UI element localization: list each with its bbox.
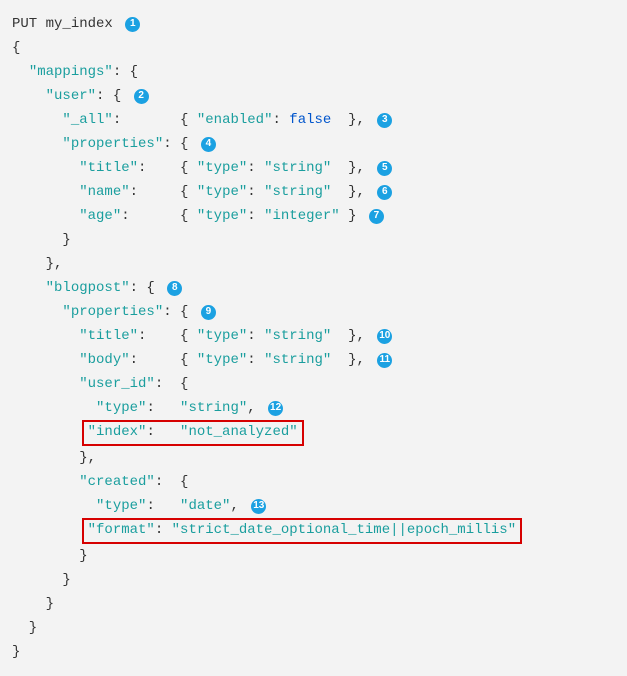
code-line: "_all": { "enabled": false }, 3 (12, 108, 615, 132)
code-line: PUT my_index 1 (12, 12, 615, 36)
code-line: }, (12, 446, 615, 470)
code-line: "mappings": { (12, 60, 615, 84)
code-line: } (12, 616, 615, 640)
callout-icon: 11 (377, 353, 392, 368)
code-line: "created": { (12, 470, 615, 494)
callout-icon: 8 (167, 281, 182, 296)
code-line: } (12, 568, 615, 592)
code-line: "type": "string", 12 (12, 396, 615, 420)
code-line: "user": { 2 (12, 84, 615, 108)
code-line: "age": { "type": "integer" } 7 (12, 204, 615, 228)
code-line: { (12, 36, 615, 60)
callout-icon: 10 (377, 329, 392, 344)
code-line: "blogpost": { 8 (12, 276, 615, 300)
code-line: } (12, 544, 615, 568)
callout-icon: 2 (134, 89, 149, 104)
http-method: PUT (12, 16, 37, 32)
code-line: "index": "not_analyzed" (12, 420, 615, 446)
code-line: "properties": { 9 (12, 300, 615, 324)
code-line: }, (12, 252, 615, 276)
callout-icon: 12 (268, 401, 283, 416)
callout-icon: 1 (125, 17, 140, 32)
callout-icon: 9 (201, 305, 216, 320)
callout-icon: 4 (201, 137, 216, 152)
code-line: } (12, 640, 615, 664)
callout-icon: 5 (377, 161, 392, 176)
highlight-box: "format": "strict_date_optional_time||ep… (82, 518, 523, 544)
code-line: "name": { "type": "string" }, 6 (12, 180, 615, 204)
highlight-box: "index": "not_analyzed" (82, 420, 304, 446)
code-line: "body": { "type": "string" }, 11 (12, 348, 615, 372)
callout-icon: 6 (377, 185, 392, 200)
code-line: "user_id": { (12, 372, 615, 396)
code-line: } (12, 592, 615, 616)
http-target: my_index (46, 16, 113, 32)
callout-icon: 7 (369, 209, 384, 224)
code-line: "properties": { 4 (12, 132, 615, 156)
code-line: "format": "strict_date_optional_time||ep… (12, 518, 615, 544)
callout-icon: 13 (251, 499, 266, 514)
code-block: PUT my_index 1 { "mappings": { "user": {… (0, 0, 627, 676)
code-line: "title": { "type": "string" }, 5 (12, 156, 615, 180)
callout-icon: 3 (377, 113, 392, 128)
code-line: "title": { "type": "string" }, 10 (12, 324, 615, 348)
code-line: "type": "date", 13 (12, 494, 615, 518)
code-line: } (12, 228, 615, 252)
